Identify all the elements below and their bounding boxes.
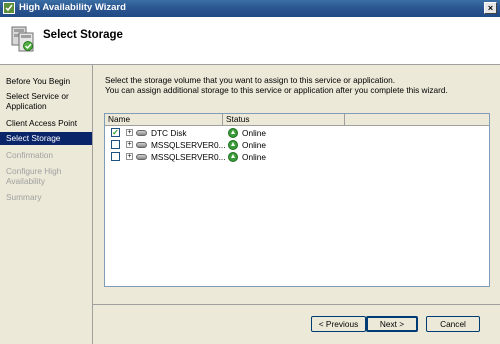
row-status: Online (242, 152, 266, 162)
step-select-storage[interactable]: Select Storage (0, 132, 92, 145)
row-checkbox[interactable]: ✓ (111, 128, 120, 137)
wizard-app-icon (3, 2, 15, 14)
wizard-steps-sidebar: Before You Begin Select Service or Appli… (0, 65, 93, 344)
row-status: Online (242, 128, 266, 138)
step-summary: Summary (6, 192, 42, 202)
online-status-icon (228, 128, 238, 138)
wizard-header: Select Storage (0, 17, 500, 65)
list-item[interactable]: + MSSQLSERVER0... Online (105, 139, 489, 151)
expand-icon[interactable]: + (126, 153, 133, 160)
instruction-line-2: You can assign additional storage to thi… (105, 85, 448, 95)
previous-button[interactable]: < Previous (311, 316, 366, 332)
disk-icon (136, 154, 147, 160)
expand-icon[interactable]: + (126, 141, 133, 148)
list-item[interactable]: + MSSQLSERVER0... Online (105, 151, 489, 163)
step-client-access-point[interactable]: Client Access Point (6, 118, 90, 128)
step-select-service[interactable]: Select Service or Application (6, 91, 90, 111)
storage-list[interactable]: Name Status ✓ + DTC Disk Online + MSSQLS… (104, 113, 490, 287)
column-header-empty (345, 114, 489, 125)
title-bar: High Availability Wizard × (0, 0, 500, 17)
step-confirmation: Confirmation (6, 150, 54, 160)
wizard-content: Select the storage volume that you want … (93, 65, 500, 344)
row-name: DTC Disk (151, 128, 187, 138)
row-checkbox[interactable] (111, 152, 120, 161)
column-header-name[interactable]: Name (105, 114, 223, 125)
expand-icon[interactable]: + (126, 129, 133, 136)
step-configure-high-availability: Configure High Availability (6, 166, 62, 186)
list-header: Name Status (105, 114, 489, 126)
online-status-icon (228, 140, 238, 150)
online-status-icon (228, 152, 238, 162)
row-status: Online (242, 140, 266, 150)
disk-icon (136, 142, 147, 148)
disk-icon (136, 130, 147, 136)
cancel-button[interactable]: Cancel (426, 316, 480, 332)
page-title: Select Storage (43, 29, 123, 41)
list-item[interactable]: ✓ + DTC Disk Online (105, 127, 489, 139)
button-bar-divider (93, 304, 500, 305)
instruction-line-1: Select the storage volume that you want … (105, 75, 396, 85)
cluster-wizard-icon (11, 26, 34, 52)
column-header-status[interactable]: Status (223, 114, 345, 125)
row-name: MSSQLSERVER0... (151, 140, 226, 150)
row-checkbox[interactable] (111, 140, 120, 149)
next-button[interactable]: Next > (366, 316, 418, 332)
row-name: MSSQLSERVER0... (151, 152, 226, 162)
window-title: High Availability Wizard (19, 2, 126, 13)
step-before-you-begin[interactable]: Before You Begin (6, 76, 90, 86)
close-button[interactable]: × (484, 2, 497, 14)
